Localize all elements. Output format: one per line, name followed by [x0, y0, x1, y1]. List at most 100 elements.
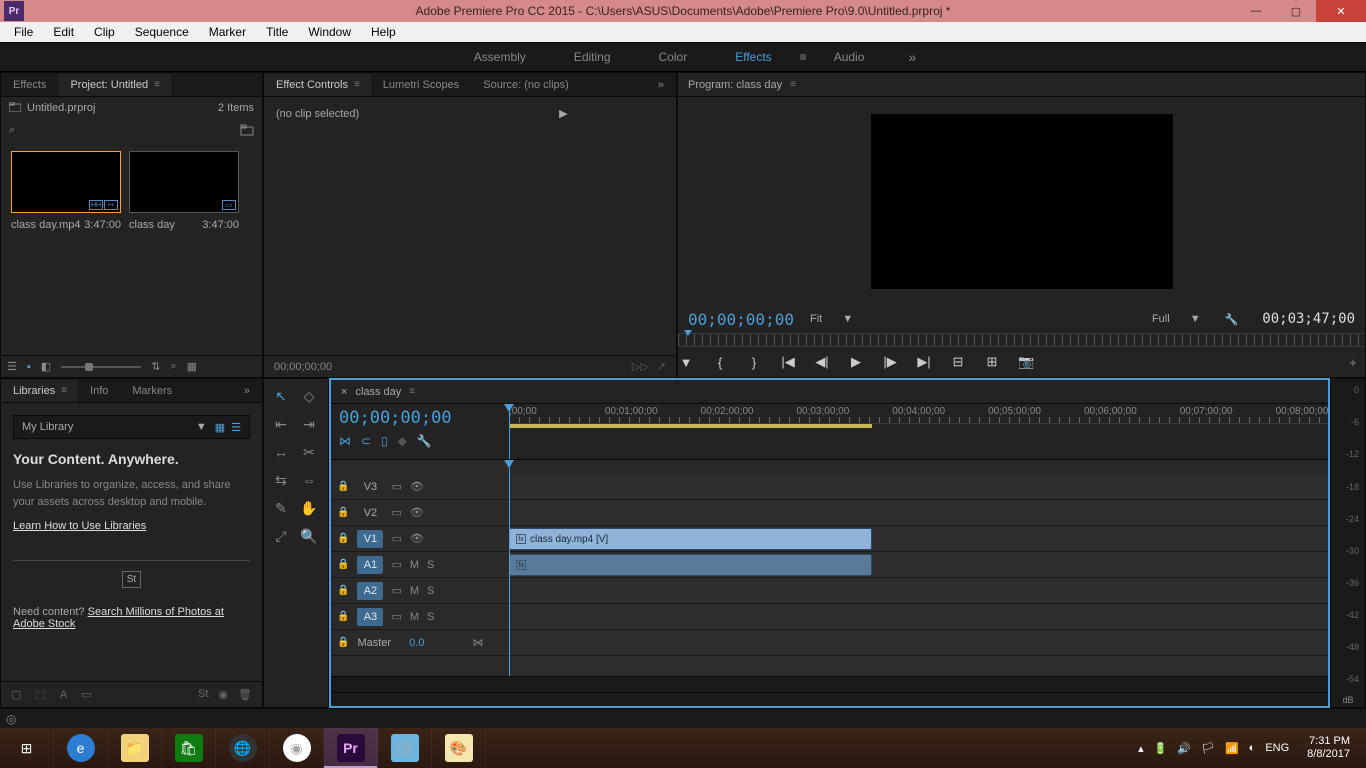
menu-sequence[interactable]: Sequence: [125, 23, 199, 41]
tab-project[interactable]: Project: Untitled ≡: [58, 74, 171, 96]
ripple-edit-tool-icon[interactable]: ⇤: [270, 413, 292, 435]
timeline-scroll[interactable]: [331, 676, 1328, 692]
timeline-ruler[interactable]: ;00;0000;01;00;0000;02;00;0000;03;00;000…: [509, 404, 1328, 424]
project-thumb[interactable]: HH↦: [11, 151, 121, 213]
toggle-output-icon[interactable]: ▭: [391, 532, 401, 545]
new-bin-icon[interactable]: [240, 124, 254, 136]
timeline-timecode[interactable]: 00;00;00;00: [339, 408, 501, 428]
list-view-icon[interactable]: ☰: [7, 360, 17, 373]
lib-character-icon[interactable]: ⬚: [35, 688, 45, 701]
tab-source[interactable]: Source: (no clips): [471, 74, 581, 96]
workspace-overflow-icon[interactable]: »: [908, 49, 916, 65]
grid-view-icon[interactable]: ▦: [215, 421, 225, 434]
lib-text-icon[interactable]: A: [60, 689, 67, 701]
workspace-effects[interactable]: Effects: [711, 44, 795, 70]
language-indicator[interactable]: ENG: [1265, 742, 1289, 754]
menu-clip[interactable]: Clip: [84, 23, 125, 41]
menu-help[interactable]: Help: [361, 23, 406, 41]
tab-project-menu-icon[interactable]: ≡: [154, 79, 159, 90]
toggle-output-icon[interactable]: ▭: [391, 558, 401, 571]
taskbar-photos[interactable]: 🖼: [378, 728, 432, 768]
ec-loop-icon[interactable]: ▷▷: [632, 360, 649, 373]
track-header-master[interactable]: 🔒Master0.0⋈: [331, 630, 509, 656]
resolution-select[interactable]: Full▼: [1152, 313, 1201, 325]
wifi-icon[interactable]: 📶: [1225, 742, 1239, 755]
start-button[interactable]: ⊞: [0, 728, 54, 768]
sequence-name[interactable]: class day: [355, 386, 401, 398]
tab-effects[interactable]: Effects: [1, 74, 58, 96]
eye-icon[interactable]: 👁: [410, 506, 424, 519]
tab-libraries-menu-icon[interactable]: ≡: [61, 385, 66, 396]
zoom-tool-icon[interactable]: 🔍: [298, 525, 320, 547]
workspace-effects-menu-icon[interactable]: ≡: [800, 50, 806, 64]
eye-icon[interactable]: 👁: [410, 480, 424, 493]
lock-icon[interactable]: 🔒: [337, 559, 349, 570]
expand-icon[interactable]: ⋈: [472, 636, 483, 649]
track-header-v1[interactable]: 🔒V1▭👁: [331, 526, 509, 552]
project-item[interactable]: ▭ class day3:47:00: [129, 151, 239, 231]
mark-out-icon[interactable]: }: [746, 355, 762, 370]
track-lane-v2[interactable]: [509, 500, 1328, 526]
go-to-out-icon[interactable]: ▶|: [916, 354, 932, 370]
track-lane-master[interactable]: [509, 630, 1328, 656]
program-video[interactable]: [871, 114, 1173, 289]
track-lane-a3[interactable]: [509, 604, 1328, 630]
close-button[interactable]: ✕: [1316, 0, 1366, 22]
find-icon[interactable]: ⌕: [170, 360, 176, 373]
timeline-zoom[interactable]: [331, 692, 1328, 706]
rolling-edit-tool-icon[interactable]: ⇥: [298, 413, 320, 435]
zoom-select[interactable]: Fit▼: [810, 313, 853, 325]
track-header-v3[interactable]: 🔒V3▭👁: [331, 474, 509, 500]
track-lane-v1[interactable]: fxclass day.mp4 [V]: [509, 526, 1328, 552]
timeline-playhead-line[interactable]: [509, 460, 510, 676]
button-editor-icon[interactable]: +: [1349, 355, 1365, 370]
taskbar-store[interactable]: 🛍: [162, 728, 216, 768]
mute-toggle[interactable]: M: [410, 611, 419, 623]
workspace-editing[interactable]: Editing: [550, 44, 635, 70]
timeline-clip-video[interactable]: fxclass day.mp4 [V]: [509, 528, 872, 550]
icon-view-icon[interactable]: ▪: [27, 361, 31, 373]
project-item[interactable]: HH↦ class day.mp43:47:00: [11, 151, 121, 231]
lib-cc-icon[interactable]: ◉: [218, 688, 228, 701]
master-value[interactable]: 0.0: [409, 637, 424, 649]
tab-markers[interactable]: Markers: [120, 380, 184, 402]
program-ruler[interactable]: [678, 333, 1365, 347]
snap-icon[interactable]: ⋈: [339, 434, 351, 448]
menu-window[interactable]: Window: [298, 23, 361, 41]
track-header-a3[interactable]: 🔒A3▭MS: [331, 604, 509, 630]
track-header-v2[interactable]: 🔒V2▭👁: [331, 500, 509, 526]
menu-edit[interactable]: Edit: [43, 23, 84, 41]
lib-stock-icon[interactable]: St: [198, 688, 208, 701]
step-forward-icon[interactable]: |▶: [882, 354, 898, 370]
settings-icon[interactable]: 🔧: [417, 434, 432, 448]
type-tool-icon[interactable]: ⤢: [270, 525, 292, 547]
search-icon[interactable]: ⌕: [9, 124, 15, 137]
taskbar-premiere[interactable]: Pr: [324, 728, 378, 768]
project-thumb[interactable]: ▭: [129, 151, 239, 213]
lock-icon[interactable]: 🔒: [337, 585, 349, 596]
mark-in-icon[interactable]: {: [712, 355, 728, 370]
freeform-view-icon[interactable]: ◧: [41, 360, 51, 373]
track-select-tool-icon[interactable]: ◇: [298, 385, 320, 407]
lift-icon[interactable]: ⊟: [950, 354, 966, 370]
menu-title[interactable]: Title: [256, 23, 298, 41]
rate-stretch-tool-icon[interactable]: ↔: [270, 441, 292, 463]
battery-icon[interactable]: 🔋: [1154, 742, 1168, 755]
lock-icon[interactable]: 🔒: [337, 507, 349, 518]
taskbar-ie[interactable]: e: [54, 728, 108, 768]
solo-toggle[interactable]: S: [427, 611, 434, 623]
track-lanes[interactable]: fxclass day.mp4 [V] fx: [509, 460, 1328, 676]
timeline-menu-icon[interactable]: ≡: [409, 386, 414, 397]
menu-file[interactable]: File: [4, 23, 43, 41]
track-header-a1[interactable]: 🔒A1▭MS: [331, 552, 509, 578]
tab-lumetri-scopes[interactable]: Lumetri Scopes: [371, 74, 471, 96]
flag-icon[interactable]: 🏳: [1201, 742, 1215, 755]
play-icon[interactable]: ▶: [848, 354, 864, 370]
track-lane-v3[interactable]: [509, 474, 1328, 500]
minimize-button[interactable]: —: [1236, 0, 1276, 22]
new-item-icon[interactable]: ▦: [187, 360, 197, 373]
tabs-overflow-icon[interactable]: »: [646, 74, 676, 96]
add-marker-icon[interactable]: ▼: [678, 355, 694, 370]
lib-color-icon[interactable]: ▭: [81, 688, 91, 701]
timeline-clip-audio[interactable]: fx: [509, 554, 872, 576]
